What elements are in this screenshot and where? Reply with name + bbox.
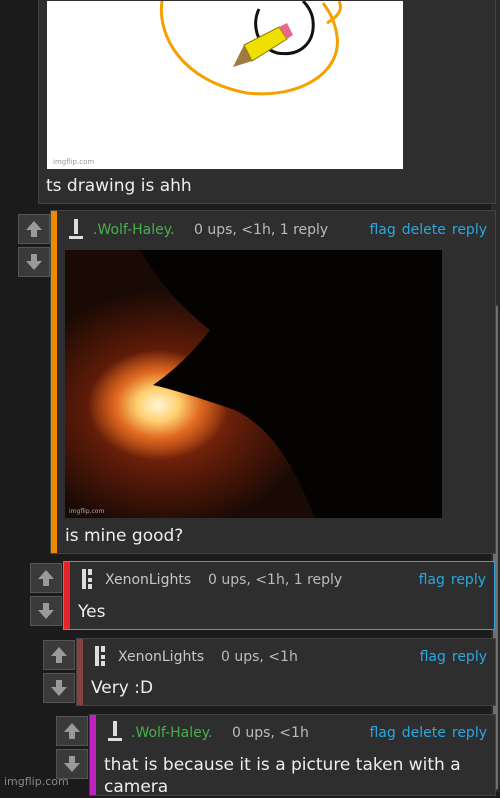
vote-controls [18, 214, 50, 280]
comment-text: is mine good? [65, 526, 184, 546]
delete-link[interactable]: delete [402, 222, 446, 238]
arrow-up-icon [51, 647, 67, 663]
username[interactable]: .Wolf-Haley. [93, 222, 175, 238]
arrow-down-icon [38, 603, 54, 619]
delete-link[interactable]: delete [402, 725, 446, 741]
comment-meta: 0 ups, <1h, 1 reply [194, 222, 329, 238]
arrow-up-icon [26, 221, 42, 237]
username[interactable]: XenonLights [105, 572, 191, 588]
drawing-image[interactable]: imgflip.com [47, 1, 403, 169]
downvote-button[interactable] [30, 596, 62, 626]
reply-link[interactable]: reply [452, 222, 487, 238]
comment-xenonlights-1: XenonLights 0 ups, <1h, 1 reply flag repl… [63, 561, 495, 630]
comment-actions: flag reply [413, 572, 486, 588]
silhouette-illustration [140, 250, 442, 518]
flag-link[interactable]: flag [369, 222, 395, 238]
page-watermark: imgflip.com [4, 775, 69, 788]
thread-bar [90, 715, 96, 795]
arrow-down-icon [51, 680, 67, 696]
flag-link[interactable]: flag [420, 649, 446, 665]
drawing-watermark: imgflip.com [53, 158, 95, 166]
thread-bar [51, 211, 57, 553]
username[interactable]: XenonLights [118, 649, 204, 665]
comment-meta: 0 ups, <1h [232, 725, 309, 741]
downvote-button[interactable] [18, 247, 50, 277]
vote-controls [30, 563, 62, 629]
thread-bar [64, 562, 70, 629]
comment-image[interactable]: imgflip.com [65, 250, 442, 518]
comment-actions: flag delete reply [363, 725, 487, 741]
thread-bar [77, 639, 83, 705]
comment-meta: 0 ups, <1h, 1 reply [208, 572, 343, 588]
comment-text: ts drawing is ahh [46, 176, 192, 196]
upvote-button[interactable] [43, 640, 75, 670]
downvote-button[interactable] [43, 673, 75, 703]
comment-text: Very :D [91, 678, 154, 698]
flag-link[interactable]: flag [369, 725, 395, 741]
avatar[interactable] [80, 567, 98, 591]
username[interactable]: .Wolf-Haley. [131, 725, 213, 741]
avatar[interactable] [106, 719, 124, 743]
arrow-down-icon [26, 254, 42, 270]
upvote-button[interactable] [18, 214, 50, 244]
drawing-illustration [159, 1, 342, 96]
vote-controls [43, 640, 75, 706]
vote-controls [56, 716, 88, 782]
arrow-down-icon [64, 756, 80, 772]
comment-drawing: imgflip.com ts drawing is ahh [38, 0, 496, 204]
comment-wolf-haley: .Wolf-Haley. 0 ups, <1h, 1 reply flag del… [50, 210, 496, 554]
avatar[interactable] [67, 217, 85, 241]
comment-actions: flag delete reply [363, 222, 487, 238]
reply-link[interactable]: reply [451, 572, 486, 588]
comment-meta: 0 ups, <1h [221, 649, 298, 665]
comment-xenonlights-2: XenonLights 0 ups, <1h flag reply Very :D [76, 638, 496, 706]
comment-text: Yes [78, 602, 106, 622]
reply-link[interactable]: reply [452, 725, 487, 741]
comment-wolf-haley-reply: .Wolf-Haley. 0 ups, <1h flag delete reply … [89, 714, 496, 797]
image-watermark: imgflip.com [69, 508, 105, 515]
comment-actions: flag reply [414, 649, 487, 665]
reply-link[interactable]: reply [452, 649, 487, 665]
arrow-up-icon [38, 570, 54, 586]
upvote-button[interactable] [56, 716, 88, 746]
comment-text: that is because it is a picture taken wi… [104, 755, 461, 797]
upvote-button[interactable] [30, 563, 62, 593]
flag-link[interactable]: flag [419, 572, 445, 588]
arrow-up-icon [64, 723, 80, 739]
avatar[interactable] [93, 644, 111, 668]
